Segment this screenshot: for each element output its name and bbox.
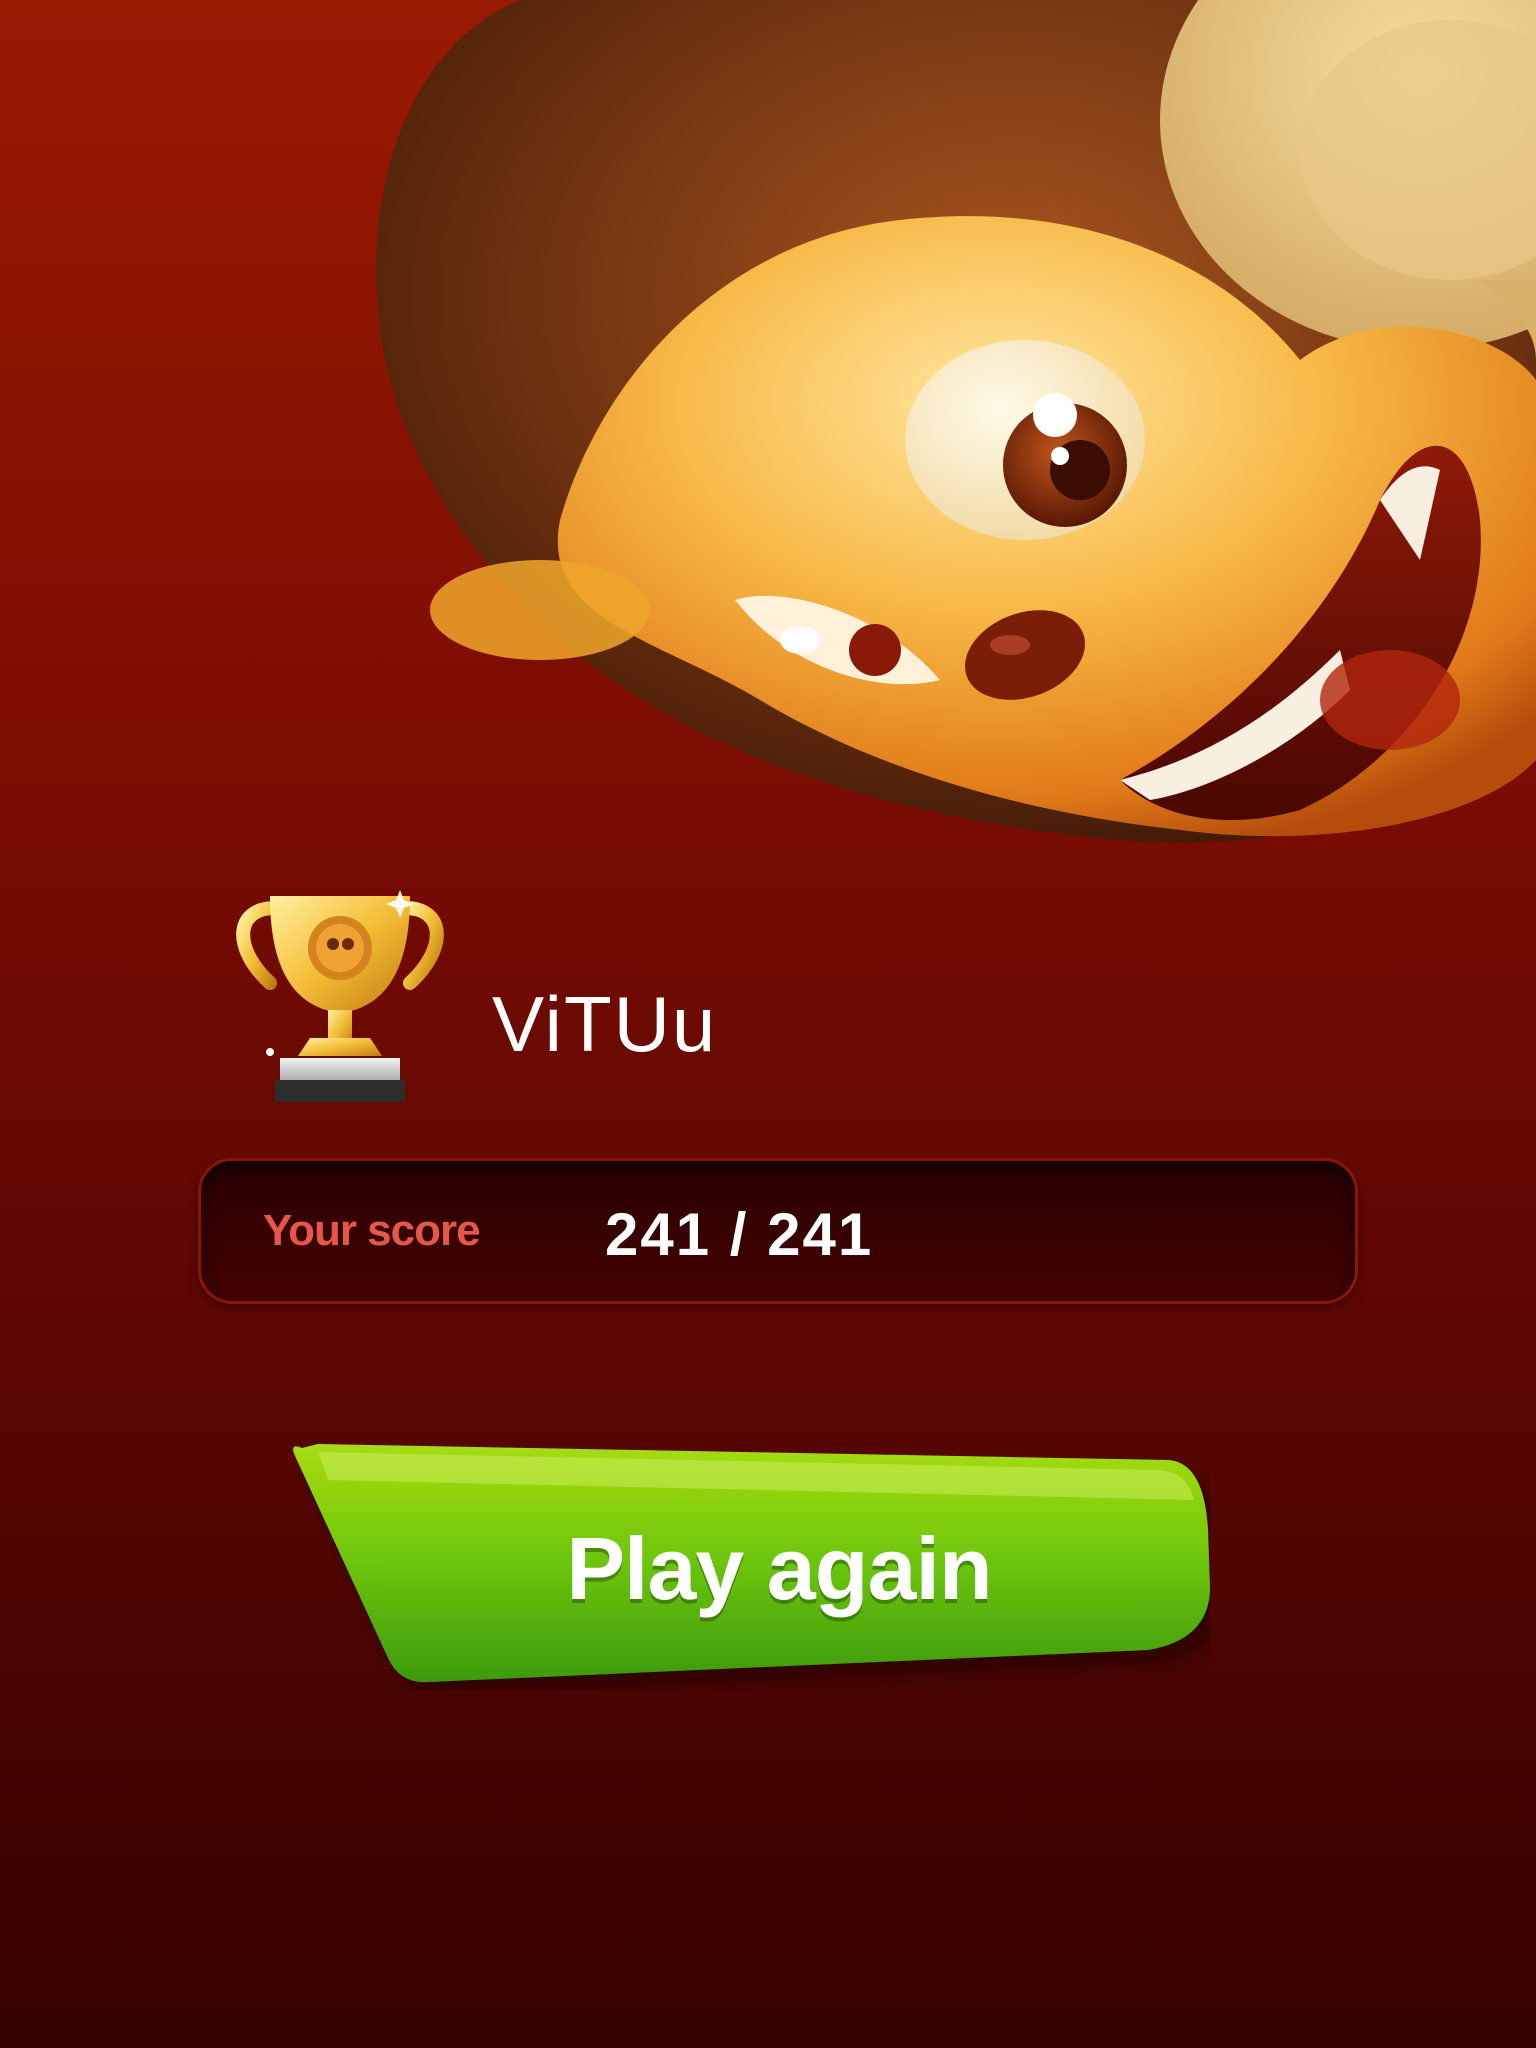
score-value: 241 / 241 — [605, 1201, 874, 1268]
play-again-button[interactable]: Play again — [288, 1440, 1210, 1690]
score-label: Your score — [263, 1206, 481, 1255]
trophy-icon — [230, 888, 450, 1108]
monkey-mascot — [0, 0, 1536, 960]
play-again-label: Play again — [566, 1519, 992, 1618]
score-panel: Your score 241 / 241 — [198, 1158, 1358, 1304]
player-name: ViTUu — [492, 980, 718, 1068]
